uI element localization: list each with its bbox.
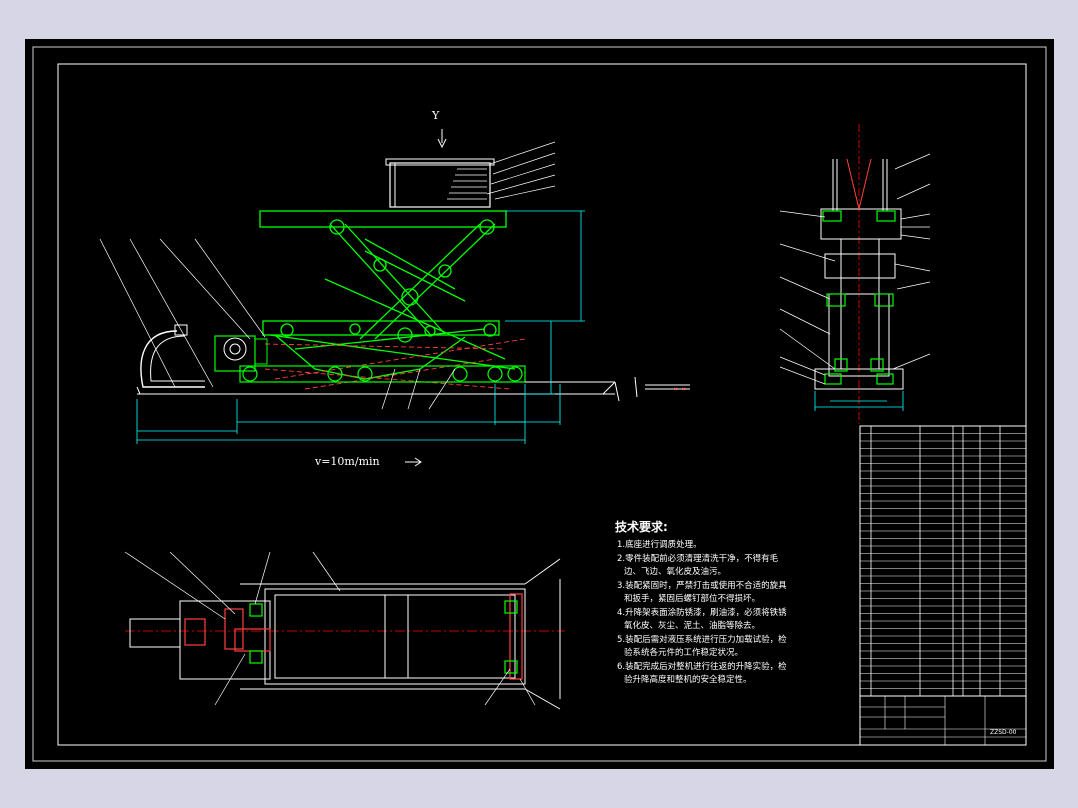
svg-text:∞ ∞: ∞ ∞ — [673, 385, 687, 393]
drawing-number: ZZSD-00 — [990, 729, 1017, 736]
tech-req-line: 1.底座进行调质处理。 — [617, 539, 702, 550]
title-block: ZZSD-00 — [859, 695, 1027, 746]
parts-list — [859, 425, 1027, 697]
speed-note: v=10m/min — [314, 455, 380, 468]
top-view — [124, 551, 565, 710]
front-view: Y ∞ ∞ v=10m/min — [99, 109, 690, 468]
tech-req-line: 6.装配完成后对整机进行往返的升降实验，检 — [617, 661, 787, 672]
tech-req-line: 5.装配后需对液压系统进行压力加载试验，检 — [617, 634, 787, 645]
tech-req-line: 3.装配紧固时，严禁打击或使用不合适的旋具 — [617, 580, 787, 591]
tech-req-line: 验升降高度和整机的安全稳定性。 — [624, 674, 752, 685]
tech-req-line: 氧化皮、灰尘、泥土、油脂等除去。 — [624, 620, 760, 631]
tech-req-line: 4.升降架表面涂防锈漆，刷油漆，必须将铁锈 — [617, 607, 787, 618]
upper-platform — [259, 210, 507, 228]
technical-requirements: 技术要求: 1.底座进行调质处理。 2.零件装配前必须清理清洗干净，不得有毛 边… — [615, 519, 787, 685]
outer-frame — [32, 46, 1047, 762]
view-label: Y — [431, 109, 440, 122]
tech-req-line: 2.零件装配前必须清理清洗干净，不得有毛 — [617, 553, 779, 564]
tech-req-line: 验系统各元件的工作稳定状况。 — [624, 647, 743, 658]
drawing-sheet: Y ∞ ∞ v=10m/min 技术要求: 1.底座进行调质处理。 2.零件装配… — [25, 39, 1054, 769]
side-view — [779, 124, 931, 424]
cad-drawing: Y ∞ ∞ v=10m/min 技术要求: 1.底座进行调质处理。 2.零件装配… — [32, 46, 1047, 762]
tech-req-title: 技术要求: — [615, 519, 668, 534]
tech-req-line: 边、飞边、氧化皮及油污。 — [624, 566, 726, 577]
inner-frame — [57, 63, 1027, 746]
tech-req-line: 和扳手，紧固后螺钉部位不得损坏。 — [624, 593, 760, 604]
